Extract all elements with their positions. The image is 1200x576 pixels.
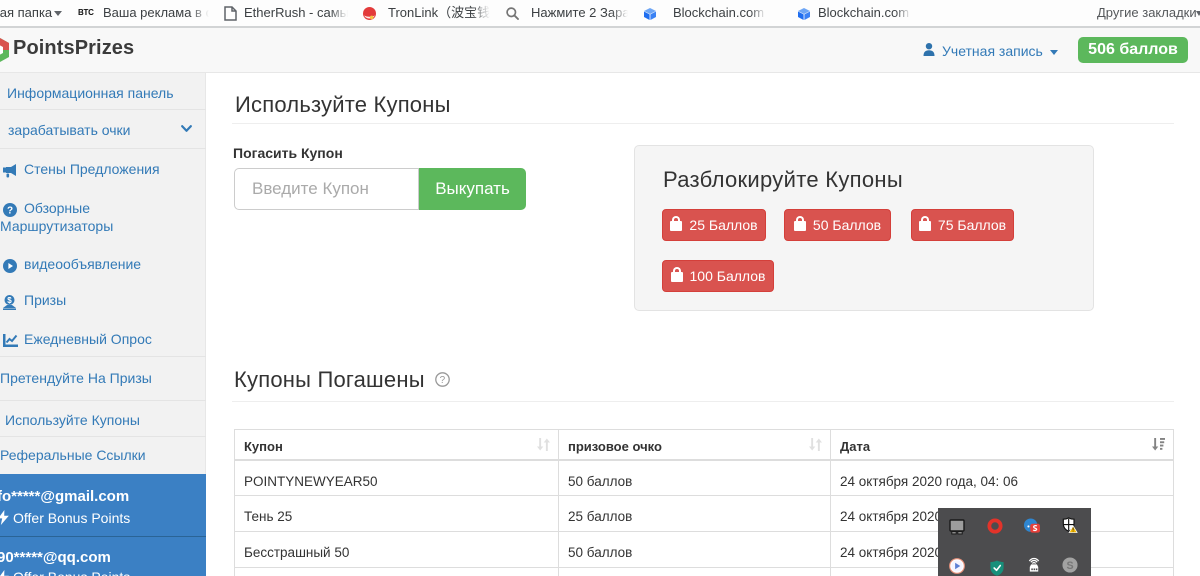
svg-text:!: ! bbox=[1072, 528, 1074, 533]
svg-text:?: ? bbox=[440, 375, 446, 386]
svg-text:?: ? bbox=[7, 206, 13, 217]
svg-text:$: $ bbox=[7, 296, 12, 305]
svg-text:S: S bbox=[1066, 560, 1073, 572]
